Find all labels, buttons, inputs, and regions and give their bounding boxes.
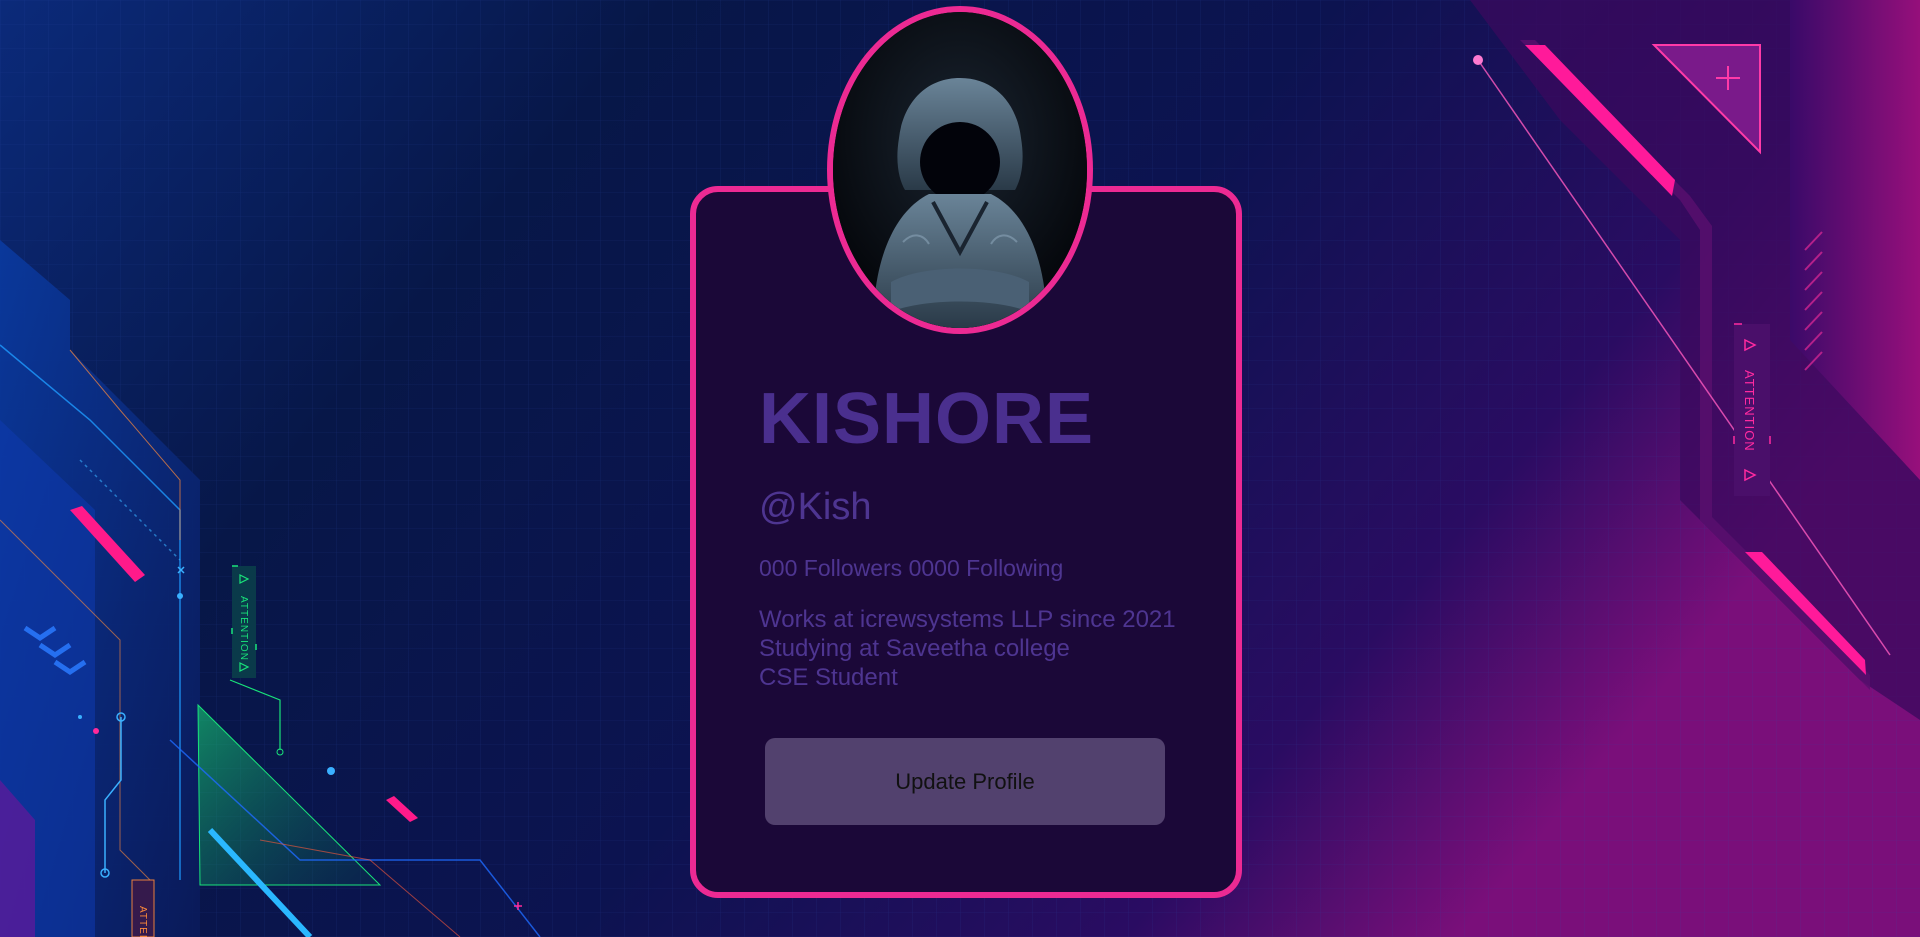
attention-tag-right: ATTENTION: [1742, 370, 1757, 452]
bio-line-role: CSE Student: [759, 664, 898, 691]
follow-stats: 000 Followers 0000 Following: [759, 555, 1064, 581]
profile-handle: @Kish: [759, 486, 872, 528]
bio-line-college: Studying at Saveetha college: [759, 635, 1070, 662]
attention-tag-bottom: ATTEN: [137, 906, 148, 937]
profile-bio: Works at icrewsystems LLP since 2021 Stu…: [759, 605, 1176, 692]
hooded-figure-icon: [833, 12, 1087, 328]
bio-line-work: Works at icrewsystems LLP since 2021: [759, 606, 1176, 633]
profile-name: KISHORE: [759, 379, 1095, 459]
update-profile-button[interactable]: Update Profile: [765, 738, 1165, 825]
profile-avatar: [827, 6, 1093, 334]
attention-tag-left: ATTENTION: [238, 596, 249, 661]
